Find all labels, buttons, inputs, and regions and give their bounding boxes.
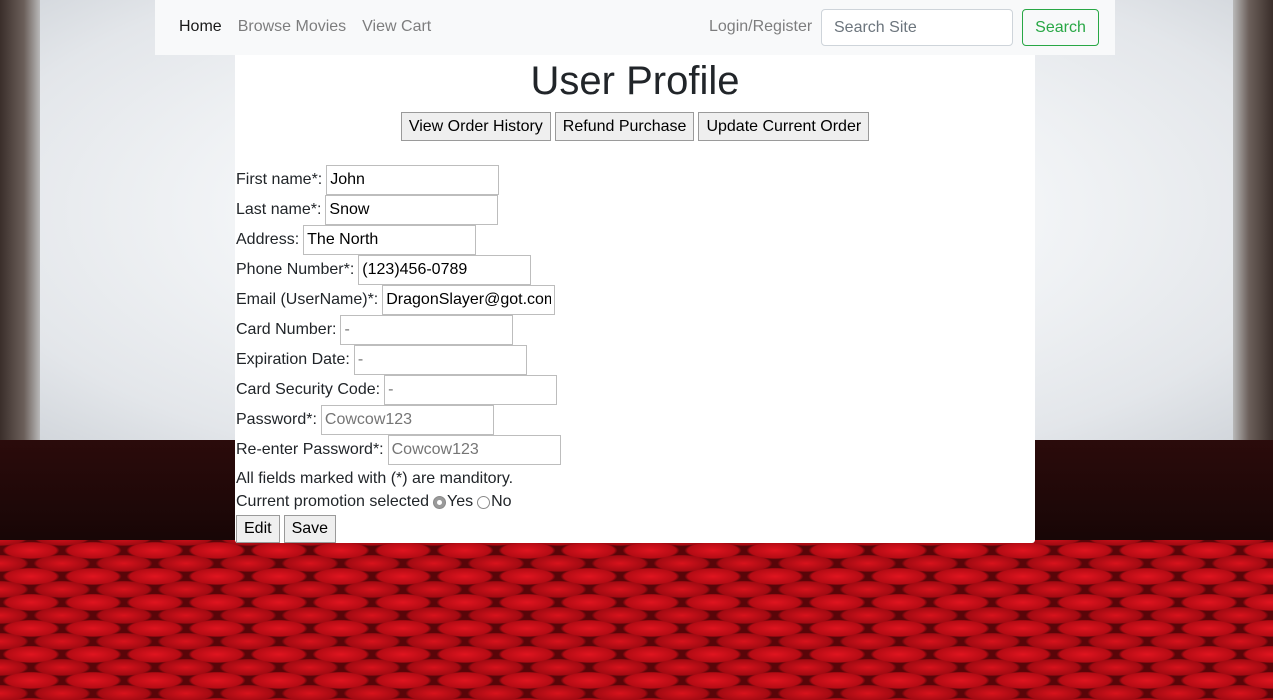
email-field[interactable]	[382, 285, 556, 315]
last-name-field[interactable]	[325, 195, 499, 225]
password-label: Password*:	[236, 411, 317, 428]
email-label: Email (UserName)*:	[236, 291, 379, 308]
first-name-label: First name*:	[236, 171, 323, 188]
last-name-row: Last name*:	[236, 195, 561, 225]
phone-field[interactable]	[358, 255, 532, 285]
expiration-date-row: Expiration Date:	[236, 345, 561, 375]
expiration-date-field[interactable]	[353, 345, 527, 375]
address-label: Address:	[236, 231, 300, 248]
promotion-label: Current promotion selected	[236, 493, 429, 510]
security-code-field[interactable]	[384, 375, 558, 405]
password-row: Password*:	[236, 405, 561, 435]
required-fields-note: All fields marked with (*) are manditory…	[236, 470, 514, 487]
address-row: Address:	[236, 225, 561, 255]
update-current-order-button[interactable]: Update Current Order	[698, 112, 870, 141]
address-field[interactable]	[303, 225, 477, 255]
card-number-label: Card Number:	[236, 321, 337, 338]
nav-home-link[interactable]: Home	[179, 18, 222, 35]
form-buttons: Edit Save	[236, 515, 561, 543]
promotion-row: Current promotion selected Yes No	[236, 490, 561, 514]
promo-no-radio[interactable]	[477, 495, 491, 509]
password-field[interactable]	[320, 405, 494, 435]
save-button[interactable]: Save	[283, 515, 337, 543]
nav-browse-movies-link[interactable]: Browse Movies	[238, 18, 346, 35]
nav-links: Home Browse Movies View Cart	[179, 18, 447, 36]
top-navbar: Home Browse Movies View Cart Login/Registe…	[155, 0, 1115, 55]
card-number-row: Card Number:	[236, 315, 561, 345]
search-button[interactable]: Search	[1022, 9, 1099, 46]
nav-view-cart-link[interactable]: View Cart	[362, 18, 431, 35]
refund-purchase-button[interactable]: Refund Purchase	[554, 112, 695, 141]
curtain-left	[0, 0, 40, 470]
first-name-field[interactable]	[326, 165, 500, 195]
profile-panel: User Profile View Order History Refund P…	[235, 55, 1035, 543]
page-title: User Profile	[530, 59, 740, 103]
reenter-password-row: Re-enter Password*:	[236, 435, 561, 465]
site-search-input[interactable]	[821, 9, 1013, 46]
reenter-password-field[interactable]	[387, 435, 561, 465]
profile-form: First name*: Last name*: Address: Phone …	[236, 165, 561, 543]
nav-login-register-link[interactable]: Login/Register	[709, 18, 812, 36]
curtain-right	[1233, 0, 1273, 470]
reenter-password-label: Re-enter Password*:	[236, 441, 384, 458]
view-order-history-button[interactable]: View Order History	[400, 112, 551, 141]
phone-row: Phone Number*:	[236, 255, 561, 285]
profile-actions: View Order History Refund Purchase Updat…	[235, 112, 1035, 141]
promo-no-label: No	[491, 493, 512, 510]
theater-seats	[0, 540, 1273, 700]
security-code-label: Card Security Code:	[236, 381, 381, 398]
last-name-label: Last name*:	[236, 201, 322, 218]
promo-yes-label: Yes	[446, 493, 474, 510]
security-code-row: Card Security Code:	[236, 375, 561, 405]
edit-button[interactable]: Edit	[236, 515, 280, 543]
expiration-date-label: Expiration Date:	[236, 351, 350, 368]
card-number-field[interactable]	[340, 315, 514, 345]
promo-yes-radio[interactable]	[432, 495, 446, 509]
email-row: Email (UserName)*:	[236, 285, 561, 315]
first-name-row: First name*:	[236, 165, 561, 195]
phone-label: Phone Number*:	[236, 261, 355, 278]
